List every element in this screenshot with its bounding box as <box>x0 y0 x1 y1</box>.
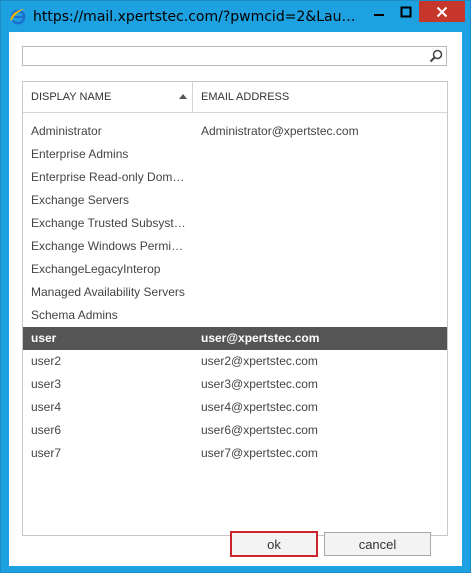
display-name-cell: user6 <box>31 423 62 437</box>
display-name-cell: Managed Availability Servers <box>31 285 185 299</box>
title-bar[interactable]: https://mail.xpertstec.com/?pwmcid=2&Lau… <box>1 1 470 32</box>
dialog-content: DISPLAY NAME EMAIL ADDRESS Administrator… <box>9 32 462 566</box>
list-row[interactable]: Administrator Administrator@xpertstec.co… <box>23 120 447 143</box>
minimize-button[interactable] <box>365 1 392 22</box>
address-list: DISPLAY NAME EMAIL ADDRESS Administrator… <box>22 81 448 536</box>
display-name-cell: user2 <box>31 354 62 368</box>
list-row[interactable]: Exchange Windows Permissions <box>23 235 447 258</box>
list-row[interactable]: Exchange Servers <box>23 189 447 212</box>
list-row-selected[interactable]: user user@xpertstec.com <box>23 327 447 350</box>
list-row[interactable]: Enterprise Read-only Domain Controllers <box>23 166 447 189</box>
search-icon[interactable] <box>429 49 443 63</box>
list-row[interactable]: Exchange Trusted Subsystem <box>23 212 447 235</box>
display-name-cell: Administrator <box>31 124 102 138</box>
minimize-icon <box>373 13 384 16</box>
list-row[interactable]: user7 user7@xpertstec.com <box>23 442 447 465</box>
list-row[interactable]: Enterprise Admins <box>23 143 447 166</box>
close-icon <box>436 6 448 17</box>
list-row[interactable]: user6 user6@xpertstec.com <box>23 419 447 442</box>
display-name-cell: ExchangeLegacyInterop <box>31 262 161 276</box>
email-address-cell: user@xpertstec.com <box>201 331 320 345</box>
column-header-label: EMAIL ADDRESS <box>201 91 290 103</box>
display-name-cell: user4 <box>31 400 62 414</box>
list-row[interactable]: ExchangeLegacyInterop <box>23 258 447 281</box>
list-row[interactable]: user3 user3@xpertstec.com <box>23 373 447 396</box>
email-address-cell: user3@xpertstec.com <box>201 377 318 391</box>
email-address-cell: user2@xpertstec.com <box>201 354 318 368</box>
email-address-cell: user7@xpertstec.com <box>201 446 318 460</box>
display-name-cell: Exchange Trusted Subsystem <box>31 216 189 230</box>
search-input[interactable] <box>25 48 420 64</box>
email-address-cell: user6@xpertstec.com <box>201 423 318 437</box>
internet-explorer-icon <box>10 9 26 25</box>
list-rows: Administrator Administrator@xpertstec.co… <box>23 120 447 465</box>
window-title: https://mail.xpertstec.com/?pwmcid=2&Lau… <box>33 9 359 25</box>
list-row[interactable]: Schema Admins <box>23 304 447 327</box>
display-name-cell: user <box>31 331 57 345</box>
display-name-cell: Exchange Servers <box>31 193 130 207</box>
display-name-cell: Schema Admins <box>31 308 118 322</box>
close-button[interactable] <box>419 1 465 22</box>
list-row[interactable]: Managed Availability Servers <box>23 281 447 304</box>
column-header-display-name[interactable]: DISPLAY NAME <box>23 82 193 112</box>
ok-button[interactable]: ok <box>230 531 318 557</box>
column-header-label: DISPLAY NAME <box>31 91 112 103</box>
display-name-cell: user7 <box>31 446 62 460</box>
display-name-cell: Enterprise Read-only Domain Controllers <box>31 170 189 184</box>
cancel-button[interactable]: cancel <box>324 532 431 556</box>
browser-popup-window: https://mail.xpertstec.com/?pwmcid=2&Lau… <box>0 0 471 573</box>
maximize-icon <box>400 6 411 17</box>
search-box[interactable] <box>22 46 447 66</box>
sort-ascending-icon <box>179 94 187 99</box>
list-row[interactable]: user4 user4@xpertstec.com <box>23 396 447 419</box>
email-address-cell: Administrator@xpertstec.com <box>201 124 359 138</box>
list-header: DISPLAY NAME EMAIL ADDRESS <box>23 82 447 113</box>
display-name-cell: user3 <box>31 377 62 391</box>
maximize-button[interactable] <box>392 1 419 22</box>
column-header-email-address[interactable]: EMAIL ADDRESS <box>193 82 447 112</box>
email-address-cell: user4@xpertstec.com <box>201 400 318 414</box>
list-row[interactable]: user2 user2@xpertstec.com <box>23 350 447 373</box>
display-name-cell: Exchange Windows Permissions <box>31 239 189 253</box>
display-name-cell: Enterprise Admins <box>31 147 129 161</box>
